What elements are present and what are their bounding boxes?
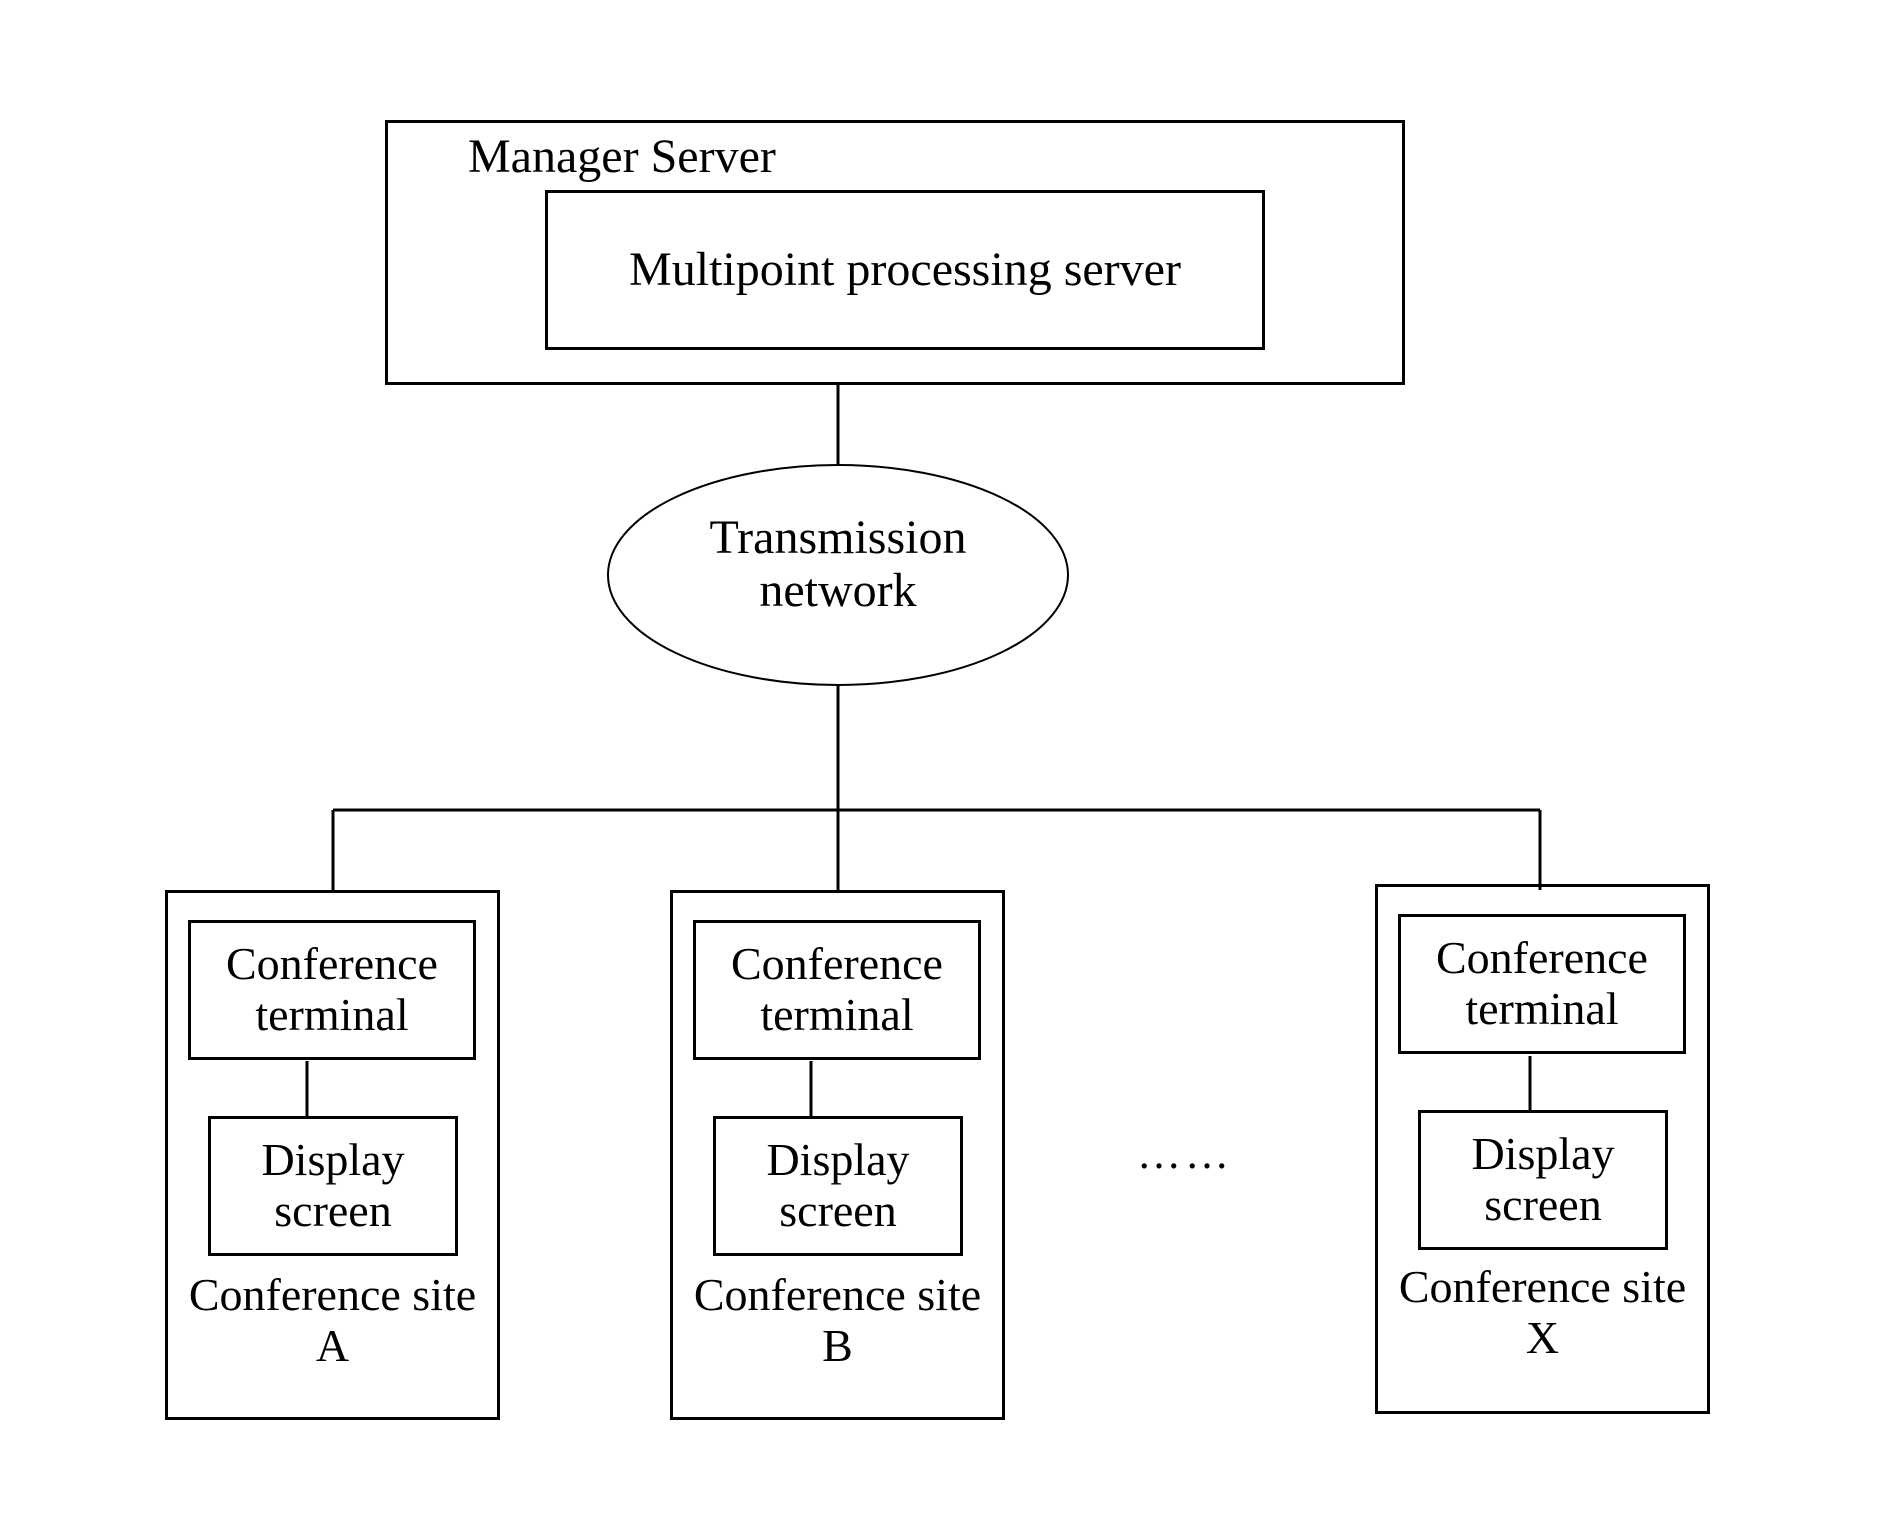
manager-server-title: Manager Server xyxy=(388,123,776,184)
transmission-network-label: Transmission network xyxy=(668,512,1008,618)
site-b-name: Conference site B xyxy=(690,1270,985,1371)
site-ellipsis: …… xyxy=(1110,1130,1260,1178)
site-b-display-label: Display screen xyxy=(722,1135,954,1236)
site-x-terminal-box: Conference terminal xyxy=(1398,914,1686,1054)
site-a-display-label: Display screen xyxy=(217,1135,449,1236)
site-x-name: Conference site X xyxy=(1395,1262,1690,1363)
site-b-display-box: Display screen xyxy=(713,1116,963,1256)
site-a-name: Conference site A xyxy=(185,1270,480,1371)
site-a-terminal-box: Conference terminal xyxy=(188,920,476,1060)
site-x-terminal-label: Conference terminal xyxy=(1408,933,1676,1034)
site-a-terminal-label: Conference terminal xyxy=(198,939,466,1040)
multipoint-processing-server-box: Multipoint processing server xyxy=(545,190,1265,350)
site-x-display-box: Display screen xyxy=(1418,1110,1668,1250)
site-x-display-label: Display screen xyxy=(1427,1129,1659,1230)
site-a-display-box: Display screen xyxy=(208,1116,458,1256)
multipoint-processing-server-label: Multipoint processing server xyxy=(584,244,1227,297)
site-b-terminal-label: Conference terminal xyxy=(703,939,971,1040)
site-b-terminal-box: Conference terminal xyxy=(693,920,981,1060)
